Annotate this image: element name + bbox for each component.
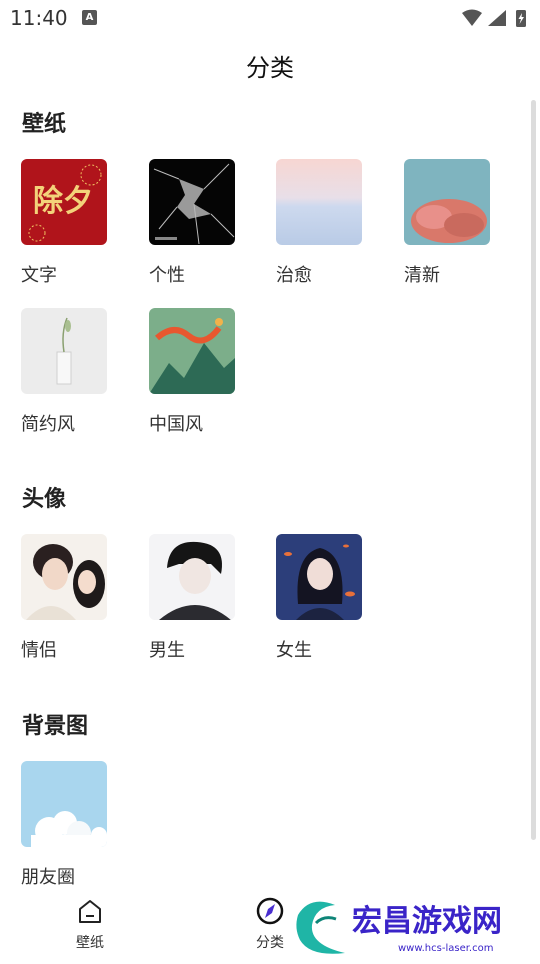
thumbnail-minimal [21, 308, 107, 394]
thumbnail-girls [276, 534, 362, 620]
section-title-wallpaper: 壁纸 [22, 112, 67, 137]
status-bar: 11:40 A [0, 0, 540, 36]
notification-icon: A [82, 10, 97, 25]
section-title-avatar: 头像 [22, 487, 67, 512]
compass-icon [256, 897, 284, 925]
watermark-url: www.hcs-laser.com [398, 943, 493, 954]
tile-label: 个性 [149, 265, 185, 286]
nav-item-wallpaper[interactable]: 壁纸 [50, 896, 130, 952]
tile-label: 中国风 [149, 414, 203, 435]
thumbnail-healing [276, 159, 362, 245]
category-tile-boys[interactable]: 男生 [149, 534, 235, 662]
home-icon [79, 900, 101, 923]
section-title-background: 背景图 [22, 714, 89, 739]
tile-label: 文字 [21, 265, 57, 286]
title-bar: 分类 [0, 48, 540, 88]
tile-label: 男生 [149, 640, 185, 661]
tile-label: 情侣 [21, 640, 57, 661]
thumbnail-couple [21, 534, 107, 620]
tile-label: 简约风 [21, 414, 75, 435]
signal-icon [488, 10, 506, 26]
category-tile-fresh[interactable]: 清新 [404, 159, 490, 287]
thumbnail-moments [21, 761, 107, 847]
wifi-icon [462, 9, 482, 26]
page-title: 分类 [246, 54, 294, 82]
category-tile-couple[interactable]: 情侣 [21, 534, 107, 662]
status-time: 11:40 [10, 6, 68, 30]
category-tile-moments[interactable]: 朋友圈 [21, 761, 107, 886]
thumbnail-text: 除夕 [21, 159, 107, 245]
category-tile-healing[interactable]: 治愈 [276, 159, 362, 287]
category-content: 壁纸 除夕 文字 个性 治愈 清新 简约风 中国风 头像 情侣 男生 女生 背景… [0, 96, 540, 886]
tile-label: 清新 [404, 265, 440, 286]
category-tile-minimal[interactable]: 简约风 [21, 308, 107, 436]
category-tile-text[interactable]: 除夕 文字 [21, 159, 107, 287]
thumbnail-personality [149, 159, 235, 245]
category-tile-personality[interactable]: 个性 [149, 159, 235, 287]
category-tile-girls[interactable]: 女生 [276, 534, 362, 662]
status-icons [460, 8, 530, 32]
thumbnail-boys [149, 534, 235, 620]
nav-label: 壁纸 [76, 935, 104, 951]
watermark-logo: 宏昌游戏网 www.hcs-laser.com [290, 895, 540, 960]
tile-label: 女生 [276, 640, 312, 661]
watermark-name: 宏昌游戏网 [352, 904, 502, 939]
tile-label: 治愈 [276, 265, 312, 286]
thumbnail-fresh [404, 159, 490, 245]
category-tile-chinese-style[interactable]: 中国风 [149, 308, 235, 436]
thumbnail-chinese-style [149, 308, 235, 394]
thumbnail-text-glyphs: 除夕 [33, 184, 93, 219]
tile-label: 朋友圈 [21, 867, 75, 886]
